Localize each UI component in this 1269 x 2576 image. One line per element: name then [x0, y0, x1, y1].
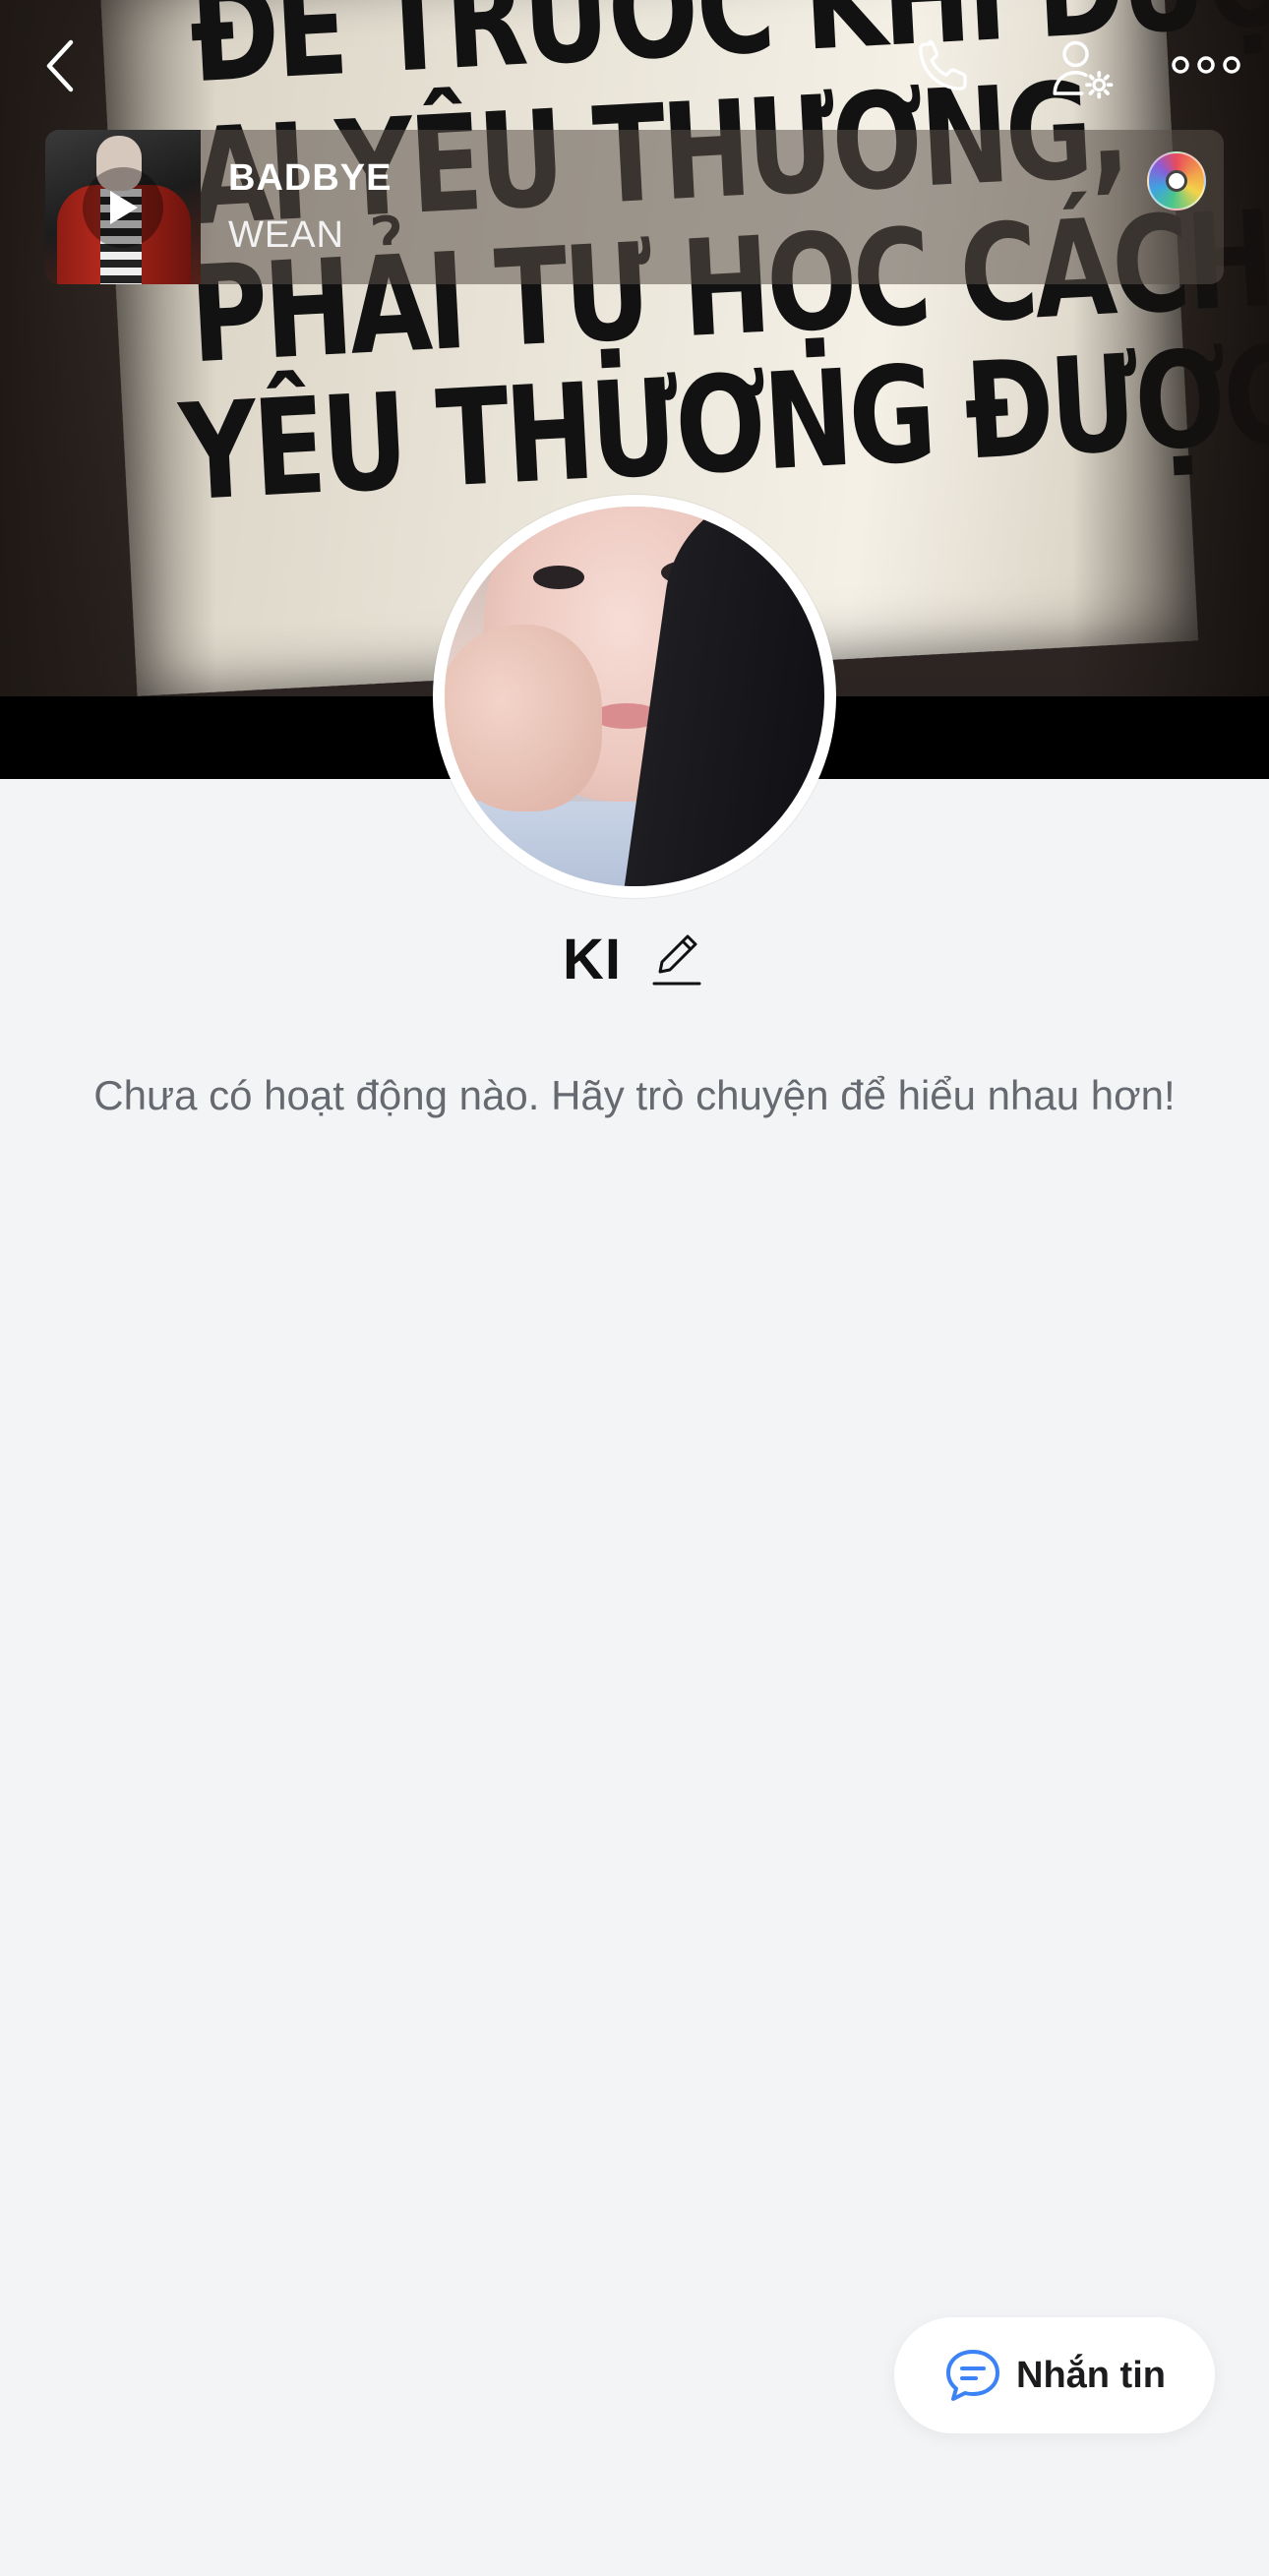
more-button[interactable] — [1167, 35, 1245, 94]
message-button-label: Nhắn tin — [1016, 2354, 1166, 2396]
song-artist: WEAN — [228, 214, 344, 256]
more-horizontal-icon — [1172, 56, 1240, 74]
phone-icon — [919, 39, 967, 90]
call-button[interactable] — [907, 30, 980, 102]
cover-shade — [0, 0, 216, 696]
back-button[interactable] — [30, 30, 92, 102]
music-disc-icon[interactable] — [1147, 151, 1206, 210]
profile-name-row: KI — [0, 925, 1269, 993]
avatar-photo-detail — [533, 566, 584, 589]
user-settings-icon — [1053, 40, 1114, 99]
play-icon — [110, 191, 138, 224]
disc-center — [1166, 170, 1187, 192]
profile-name: KI — [563, 927, 622, 991]
empty-activity-text: Chưa có hoạt động nào. Hãy trò chuyện để… — [93, 1072, 1176, 1118]
profile-page: ĐỂ TRƯỚC KHI ĐƯỢC AI YÊU THƯƠNG, PHẢI TỰ… — [0, 0, 1269, 2576]
avatar[interactable] — [433, 495, 836, 898]
song-title: BADBYE — [228, 157, 393, 199]
edit-name-button[interactable] — [647, 925, 706, 993]
avatar-photo-detail — [445, 625, 602, 811]
profile-settings-button[interactable] — [1039, 30, 1127, 108]
message-button[interactable]: Nhắn tin — [894, 2317, 1215, 2433]
avatar-photo — [445, 507, 824, 886]
chat-bubble-icon — [946, 2350, 999, 2401]
chevron-left-icon — [46, 39, 74, 92]
album-art — [45, 130, 201, 284]
pencil-icon — [652, 934, 701, 986]
profile-music-card[interactable]: BADBYE WEAN — [45, 130, 1224, 284]
play-button[interactable] — [83, 167, 163, 248]
